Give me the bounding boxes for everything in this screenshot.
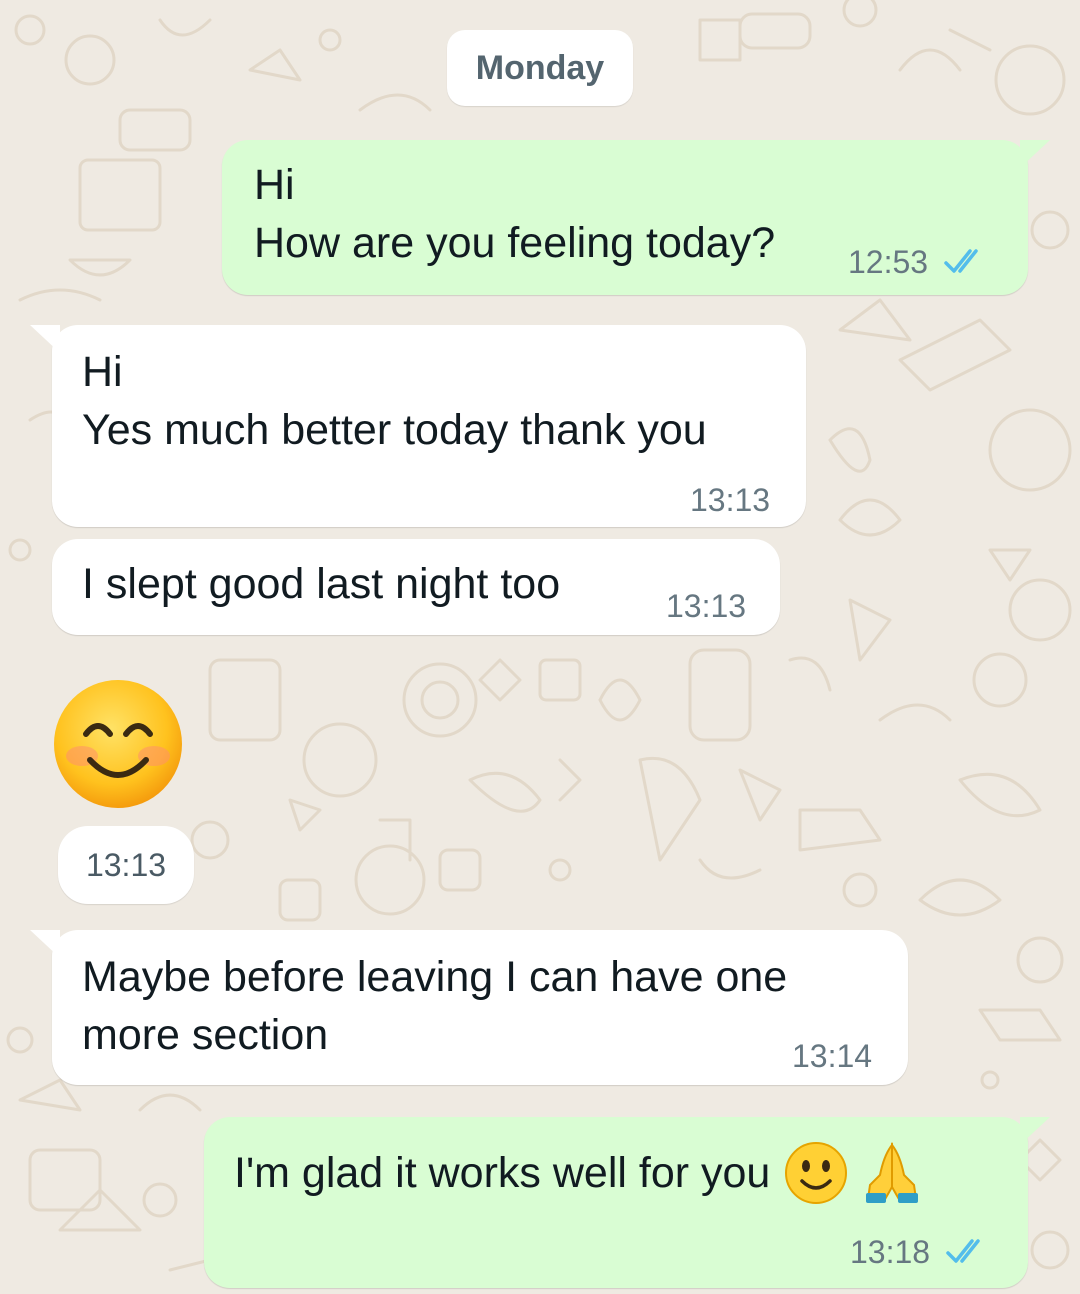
smiling-face-with-smiling-eyes-emoji[interactable] bbox=[52, 678, 184, 810]
message-text: How are you feeling today? bbox=[254, 219, 776, 267]
message-bubble-outgoing[interactable]: I'm glad it works well for you 13:18 bbox=[204, 1117, 1050, 1288]
message-time: 13:14 bbox=[792, 1038, 873, 1074]
read-ticks-icon bbox=[944, 249, 978, 273]
message-meta: 13:18 bbox=[850, 1234, 990, 1270]
date-separator: Monday bbox=[447, 30, 633, 106]
read-ticks-icon bbox=[946, 1239, 980, 1263]
message-bubble-incoming[interactable]: I slept good last night too 13:13 bbox=[52, 539, 780, 635]
bubble-tail bbox=[1020, 1117, 1050, 1145]
message-bubble-outgoing[interactable]: Hi How are you feeling today? 12:53 bbox=[222, 140, 1050, 295]
message-time: 13:13 bbox=[666, 588, 747, 624]
message-time: 13:13 bbox=[690, 482, 771, 518]
message-text: more section bbox=[82, 1011, 329, 1059]
message-meta: 12:53 bbox=[848, 244, 988, 280]
message-text: Hi bbox=[254, 161, 295, 209]
bubble-tail bbox=[30, 930, 60, 958]
bubble-tail bbox=[30, 325, 60, 353]
message-time: 12:53 bbox=[848, 244, 929, 280]
message-time: 13:13 bbox=[85, 846, 167, 883]
message-text: I slept good last night too bbox=[82, 560, 561, 608]
message-time: 13:18 bbox=[850, 1234, 931, 1270]
message-text: Yes much better today thank you bbox=[82, 406, 707, 454]
slightly-smiling-face-emoji bbox=[785, 1142, 848, 1204]
message-bubble-incoming[interactable]: Maybe before leaving I can have one more… bbox=[30, 930, 908, 1085]
message-text: Maybe before leaving I can have one bbox=[82, 953, 788, 1001]
message-text: I'm glad it works well for you bbox=[234, 1149, 771, 1197]
bubble-tail bbox=[1020, 140, 1050, 168]
folded-hands-emoji bbox=[866, 1142, 919, 1203]
message-bubble-incoming[interactable]: Hi Yes much better today thank you 13:13 bbox=[30, 325, 806, 527]
message-time-chip: 13:13 bbox=[58, 826, 194, 904]
message-text: Hi bbox=[82, 348, 123, 396]
